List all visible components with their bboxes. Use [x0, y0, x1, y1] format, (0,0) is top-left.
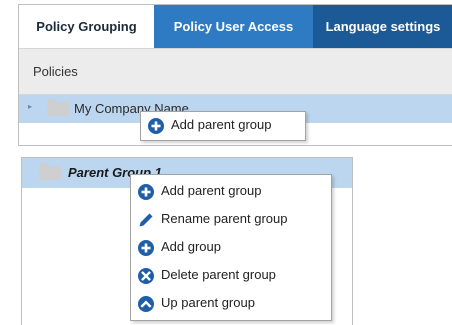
folder-icon — [47, 99, 69, 116]
parent-group-panel: Parent Group 1 Add parent group Rename p… — [21, 157, 353, 325]
plus-circle-icon — [148, 118, 164, 134]
plus-circle-icon — [138, 184, 154, 200]
menu-item-delete-parent-group[interactable]: Delete parent group — [131, 263, 331, 289]
tab-bar: Policy Grouping Policy User Access Langu… — [19, 5, 452, 48]
tab-policy-user-access[interactable]: Policy User Access — [154, 5, 313, 48]
tree-header: Policies — [19, 48, 452, 95]
x-circle-icon — [138, 268, 154, 284]
context-menu: Add parent group — [140, 111, 306, 141]
folder-icon — [39, 163, 61, 180]
expand-arrow-icon[interactable]: ▸ — [28, 103, 36, 111]
menu-item-label: Delete parent group — [161, 267, 276, 282]
menu-item-label: Up parent group — [161, 295, 255, 310]
menu-item-label: Add group — [161, 239, 221, 254]
policy-panel: Policy Grouping Policy User Access Langu… — [18, 4, 452, 146]
plus-circle-icon — [138, 240, 154, 256]
tab-policy-grouping[interactable]: Policy Grouping — [19, 5, 154, 48]
menu-item-up-parent-group[interactable]: Up parent group — [131, 291, 331, 317]
tab-language-settings[interactable]: Language settings — [313, 5, 452, 48]
chevron-up-circle-icon — [138, 296, 154, 312]
menu-item-add-group[interactable]: Add group — [131, 235, 331, 261]
menu-item-add-parent-group[interactable]: Add parent group — [141, 113, 305, 139]
pencil-icon — [139, 213, 153, 227]
menu-item-rename-parent-group[interactable]: Rename parent group — [131, 207, 331, 233]
menu-item-label: Add parent group — [171, 117, 272, 132]
menu-item-label: Rename parent group — [161, 211, 288, 226]
context-menu: Add parent group Rename parent group Add… — [130, 174, 332, 321]
menu-item-add-parent-group[interactable]: Add parent group — [131, 179, 331, 205]
tree-header-label: Policies — [33, 64, 78, 79]
menu-item-label: Add parent group — [161, 183, 262, 198]
